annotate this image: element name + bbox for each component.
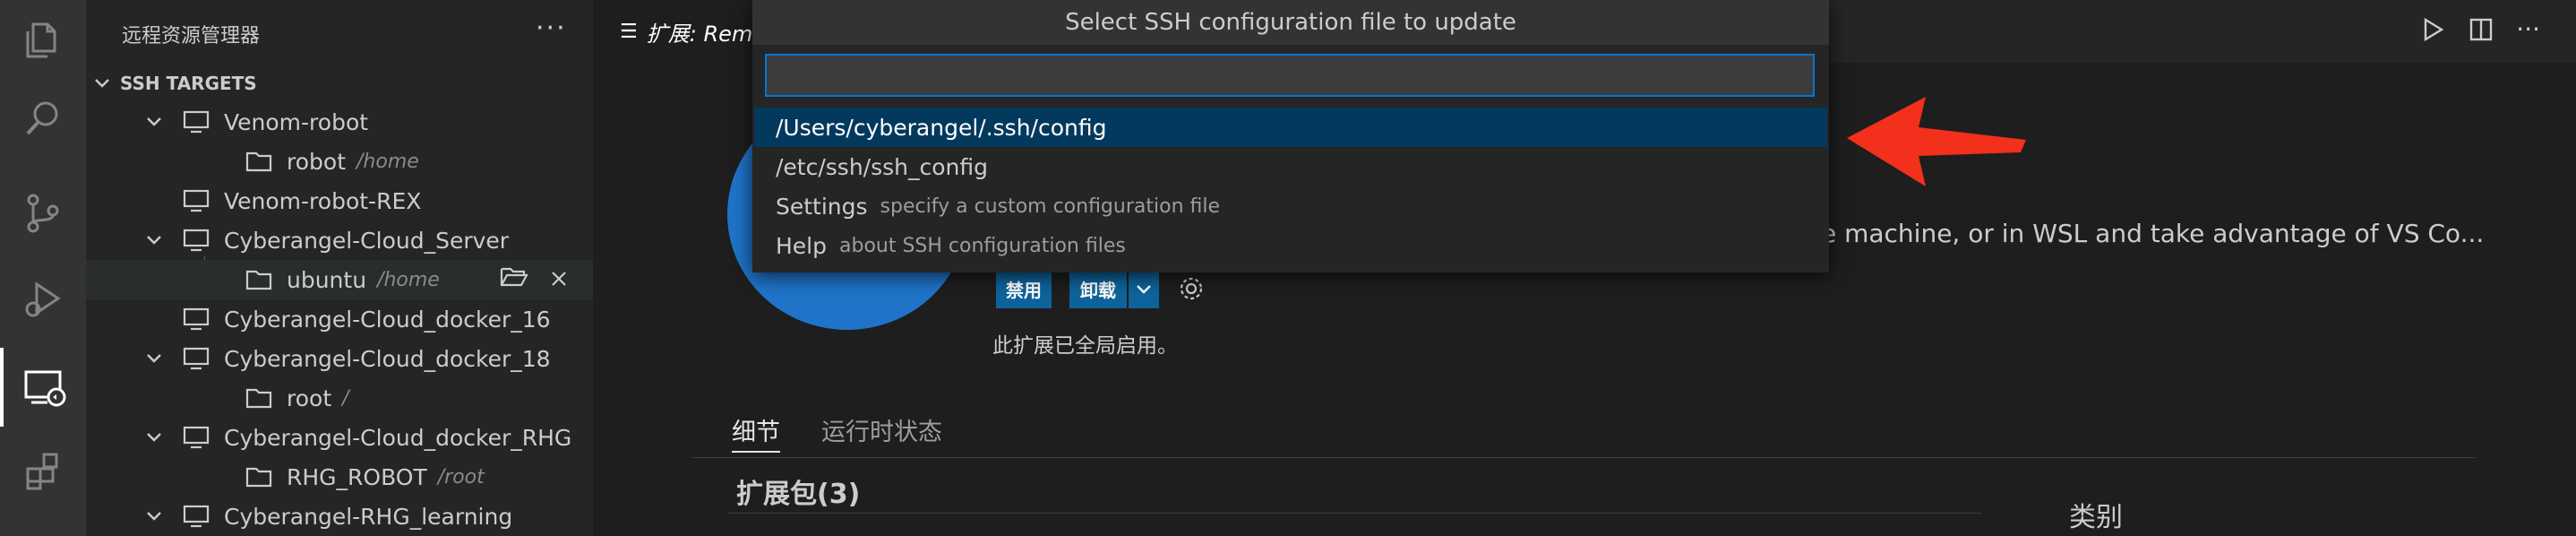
folder-icon: [245, 386, 272, 410]
folder-icon: [245, 150, 272, 173]
tree-item-host[interactable]: Venom-robot: [86, 102, 593, 142]
folder-label: RHG_ROBOT: [287, 463, 427, 490]
ssh-targets-section[interactable]: SSH TARGETS: [93, 68, 257, 99]
tree-item-host[interactable]: Venom-robot-REX: [86, 181, 593, 220]
item-description: specify a custom configuration file: [880, 195, 1221, 218]
monitor-icon: [183, 347, 210, 370]
item-label: /etc/ssh/ssh_config: [776, 153, 988, 180]
quick-pick-title: Select SSH configuration file to update: [752, 0, 1829, 45]
monitor-icon: [183, 189, 210, 212]
tab-extension[interactable]: ☰ 扩展: Rem: [593, 0, 754, 63]
source-control-icon[interactable]: [0, 174, 86, 253]
uninstall-dropdown-button[interactable]: [1129, 269, 1159, 308]
chevron-down-icon: [93, 78, 111, 89]
folder-label: root: [287, 385, 332, 411]
folder-path: /home: [356, 150, 419, 173]
tab-runtime-status[interactable]: 运行时状态: [821, 412, 942, 447]
gear-icon[interactable]: [1177, 274, 1206, 307]
chevron-down-icon: [145, 432, 163, 443]
tree-item-folder[interactable]: RHG_ROBOT /root: [86, 457, 593, 497]
tab-divider: [691, 457, 2476, 458]
folder-path: /home: [377, 268, 440, 291]
tree-item-host[interactable]: Cyberangel-Cloud_docker_16: [86, 299, 593, 339]
folder-path: /: [342, 386, 349, 410]
folder-icon: [245, 268, 272, 291]
annotation-arrow: [1836, 86, 2033, 197]
editor-actions: ···: [2419, 16, 2540, 47]
search-icon[interactable]: [0, 79, 86, 158]
host-label: Cyberangel-RHG_learning: [224, 503, 513, 530]
run-icon[interactable]: [2419, 16, 2446, 47]
host-label: Cyberangel-Cloud_Server: [224, 227, 510, 254]
category-heading: 类别: [2069, 502, 2123, 533]
host-label: Cyberangel-Cloud_docker_16: [224, 306, 551, 333]
quick-pick-input[interactable]: [765, 54, 1815, 97]
section-label: SSH TARGETS: [120, 73, 257, 94]
tree-item-folder[interactable]: ubuntu /home: [86, 260, 593, 299]
open-folder-icon[interactable]: [500, 265, 528, 294]
extensions-icon[interactable]: [0, 432, 86, 511]
host-label: Venom-robot-REX: [224, 187, 422, 214]
tab-label: 扩展: Rem: [646, 21, 753, 47]
tree-item-host[interactable]: Cyberangel-Cloud_docker_18: [86, 339, 593, 378]
run-debug-icon[interactable]: [0, 260, 86, 339]
remote-explorer-icon[interactable]: [0, 348, 86, 427]
folder-label: robot: [287, 148, 346, 175]
close-icon[interactable]: [550, 267, 568, 293]
row-actions: [500, 265, 568, 294]
tree-item-host[interactable]: Cyberangel-Cloud_docker_RHG: [86, 418, 593, 457]
item-description: about SSH configuration files: [839, 234, 1126, 257]
quick-pick-item[interactable]: Settings specify a custom configuration …: [754, 186, 1827, 226]
quick-pick-item[interactable]: Help about SSH configuration files: [754, 226, 1827, 265]
extensions-tab-icon: ☰: [620, 20, 638, 43]
folder-label: ubuntu: [287, 266, 367, 293]
chevron-down-icon: [1136, 278, 1152, 299]
pack-divider: [727, 513, 1981, 514]
tab-details[interactable]: 细节: [732, 412, 780, 453]
item-label: Help: [776, 232, 827, 259]
host-label: Cyberangel-Cloud_docker_RHG: [224, 424, 572, 451]
remote-explorer-sidebar: 远程资源管理器 ··· SSH TARGETS Venom-robot robo…: [86, 0, 593, 536]
activity-bar: [0, 0, 86, 536]
ssh-config-quick-pick: Select SSH configuration file to update …: [752, 0, 1829, 272]
host-label: Cyberangel-Cloud_docker_18: [224, 345, 551, 372]
chevron-down-icon: [145, 117, 163, 127]
quick-pick-item[interactable]: /Users/cyberangel/.ssh/config: [754, 108, 1827, 147]
monitor-icon: [183, 307, 210, 331]
monitor-icon: [183, 426, 210, 449]
more-actions-button[interactable]: ···: [536, 13, 567, 44]
folder-icon: [245, 465, 272, 488]
folder-path: /root: [437, 465, 485, 488]
uninstall-button[interactable]: 卸载: [1069, 269, 1127, 308]
split-editor-icon[interactable]: [2468, 16, 2494, 47]
item-label: Settings: [776, 193, 868, 220]
tree-item-host[interactable]: Cyberangel-Cloud_Server: [86, 220, 593, 260]
item-label: /Users/cyberangel/.ssh/config: [776, 114, 1107, 141]
more-actions-icon[interactable]: ···: [2516, 16, 2540, 47]
tree-item-host[interactable]: Cyberangel-RHG_learning: [86, 497, 593, 536]
host-label: Venom-robot: [224, 108, 369, 135]
monitor-icon: [183, 505, 210, 528]
explorer-icon[interactable]: [0, 0, 86, 79]
extension-description: te machine, or in WSL and take advantage…: [1811, 219, 2485, 248]
disable-button[interactable]: 禁用: [996, 269, 1052, 308]
quick-pick-item[interactable]: /etc/ssh/ssh_config: [754, 147, 1827, 186]
extension-pack-heading: 扩展包(3): [736, 479, 861, 510]
chevron-down-icon: [145, 511, 163, 522]
monitor-icon: [183, 229, 210, 252]
tree-item-folder[interactable]: root /: [86, 378, 593, 418]
sidebar-title: 远程资源管理器: [122, 25, 261, 48]
monitor-icon: [183, 110, 210, 134]
enabled-status-text: 此扩展已全局启用。: [992, 334, 1178, 358]
tree-item-folder[interactable]: robot /home: [86, 142, 593, 181]
chevron-down-icon: [145, 353, 163, 364]
chevron-down-icon: [145, 235, 163, 246]
